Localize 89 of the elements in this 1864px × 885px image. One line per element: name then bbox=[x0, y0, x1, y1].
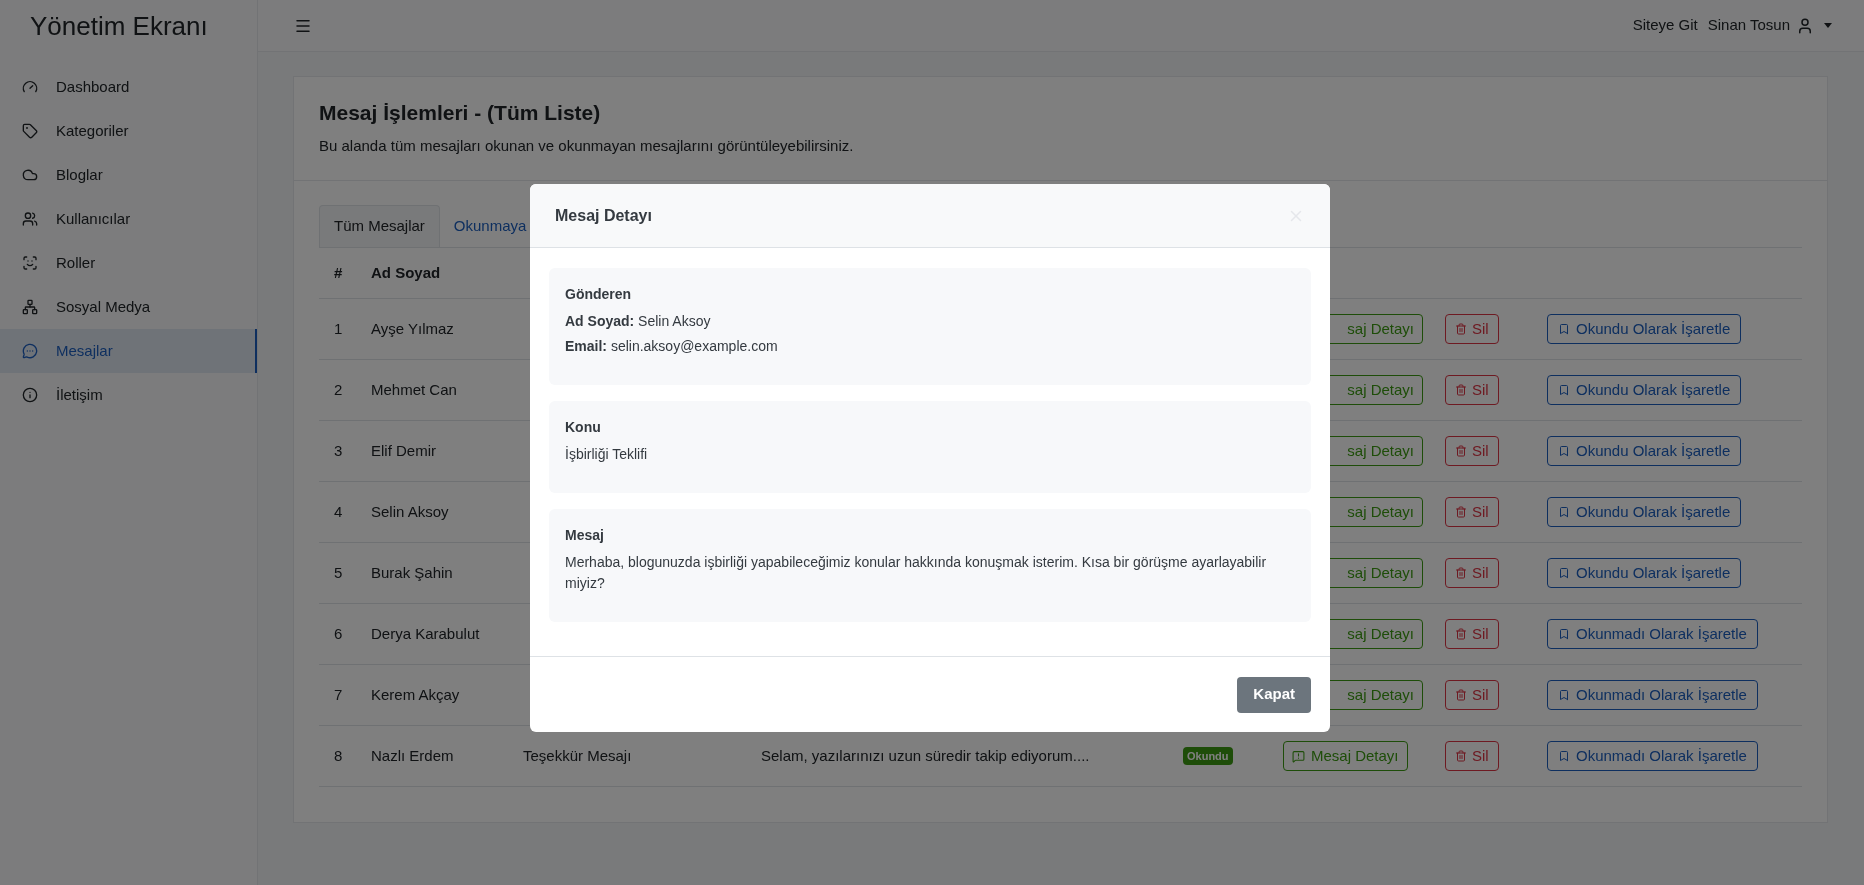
mark-read-button[interactable]: Okunmadı Olarak İşaretle bbox=[1547, 619, 1758, 649]
bookmark-icon bbox=[1558, 323, 1570, 335]
cloud-icon bbox=[22, 167, 38, 183]
mark-read-button[interactable]: Okundu Olarak İşaretle bbox=[1547, 436, 1742, 466]
table-cell-text: Kerem Akçay bbox=[370, 684, 461, 705]
page-subtitle: Bu alanda tüm mesajları okunan ve okunmayan mesajlarını görüntüleyebilirsiniz. bbox=[319, 135, 855, 156]
info-icon bbox=[22, 387, 38, 403]
page-title: Mesaj İşlemleri - (Tüm Liste) bbox=[319, 100, 602, 126]
mark-read-button[interactable]: Okunmadı Olarak İşaretle bbox=[1547, 741, 1758, 771]
table-cell-text: 6 bbox=[333, 623, 344, 644]
panel-heading: Gönderen bbox=[565, 285, 633, 304]
message-detail-button[interactable]: Mesaj Detayı bbox=[1283, 741, 1408, 771]
table-cell-text: Derya Karabulut bbox=[370, 623, 481, 644]
delete-button[interactable]: Sil bbox=[1445, 314, 1499, 344]
bookmark-icon bbox=[1558, 567, 1570, 579]
trash-icon bbox=[1455, 506, 1467, 518]
bookmark-icon bbox=[1558, 506, 1570, 518]
trash-icon bbox=[1455, 384, 1467, 396]
close-dialog-button[interactable]: Kapat bbox=[1237, 676, 1311, 713]
table-cell-text: Mehmet Can bbox=[370, 379, 458, 400]
delete-button[interactable]: Sil bbox=[1445, 558, 1499, 588]
column-header: # bbox=[333, 262, 344, 283]
table-cell-text: 1 bbox=[333, 318, 344, 339]
mark-read-button[interactable]: Okunmadı Olarak İşaretle bbox=[1547, 680, 1758, 710]
sidebar-title: Yönetim Ekranı bbox=[30, 9, 208, 43]
user-menu[interactable]: Sinan Tosun bbox=[1707, 14, 1832, 37]
trash-icon bbox=[1455, 567, 1467, 579]
panel-text: Ad Soyad: Selin Aksoy bbox=[565, 312, 712, 331]
scan-face-icon bbox=[22, 255, 38, 271]
network-icon bbox=[22, 299, 38, 315]
sidebar-item[interactable]: Bloglar bbox=[0, 153, 257, 197]
message-alert-icon bbox=[1292, 749, 1305, 763]
delete-button[interactable]: Sil bbox=[1445, 497, 1499, 527]
table-cell-text: 8 bbox=[333, 745, 344, 766]
dialog-title: Mesaj Detayı bbox=[555, 205, 652, 226]
mark-read-button[interactable]: Okundu Olarak İşaretle bbox=[1547, 375, 1742, 405]
sidebar-item[interactable]: Mesajlar bbox=[0, 329, 257, 373]
users-icon bbox=[22, 211, 38, 227]
gauge-icon bbox=[22, 79, 38, 95]
table-cell-text: 4 bbox=[333, 501, 344, 522]
delete-button[interactable]: Sil bbox=[1445, 375, 1499, 405]
sidebar-item[interactable]: Kategoriler bbox=[0, 109, 257, 153]
user-icon bbox=[1796, 16, 1814, 35]
status-badge: Okundu bbox=[1183, 746, 1233, 766]
tab[interactable]: Tüm Mesajlar bbox=[319, 205, 440, 247]
sidebar-item[interactable]: Kullanıcılar bbox=[0, 197, 257, 241]
sidebar-item[interactable]: Dashboard bbox=[0, 65, 257, 109]
trash-icon bbox=[1455, 445, 1467, 457]
table-cell-text: 7 bbox=[333, 684, 344, 705]
trash-icon bbox=[1455, 323, 1467, 335]
table-cell-text: 3 bbox=[333, 440, 344, 461]
site-link[interactable]: Siteye Git bbox=[1632, 14, 1698, 37]
trash-icon bbox=[1455, 689, 1467, 701]
mark-read-button[interactable]: Okundu Olarak İşaretle bbox=[1547, 497, 1742, 527]
chat-bubble-icon bbox=[22, 343, 38, 359]
table-cell-text: Teşekkür Mesajı bbox=[523, 745, 632, 766]
bookmark-icon bbox=[1558, 750, 1570, 762]
table-cell-text: 5 bbox=[333, 562, 344, 583]
table-cell-text: 2 bbox=[333, 379, 344, 400]
mark-read-button[interactable]: Okundu Olarak İşaretle bbox=[1547, 314, 1742, 344]
sidebar-item[interactable]: Roller bbox=[0, 241, 257, 285]
bookmark-icon bbox=[1558, 384, 1570, 396]
table-cell-text: Selin Aksoy bbox=[370, 501, 450, 522]
tag-icon bbox=[22, 123, 38, 139]
bookmark-icon bbox=[1558, 689, 1570, 701]
panel-text: Email: selin.aksoy@example.com bbox=[565, 337, 779, 356]
bookmark-icon bbox=[1558, 628, 1570, 640]
panel-text: İşbirliği Teklifi bbox=[565, 445, 649, 464]
sidebar-item[interactable]: İletişim bbox=[0, 373, 257, 417]
trash-icon bbox=[1455, 628, 1467, 640]
panel-heading: Konu bbox=[565, 418, 602, 437]
table-cell-text: Nazlı Erdem bbox=[370, 745, 455, 766]
delete-button[interactable]: Sil bbox=[1445, 619, 1499, 649]
panel-text: Merhaba, blogunuzda işbirliği yapabileceğimiz konular hakkında konuşmak isterim. Kısa bir görüşme ayarlayabilir miyiz? bbox=[565, 553, 1268, 593]
tab[interactable]: Okunmaya bbox=[439, 205, 541, 247]
table-cell-text: Elif Demir bbox=[370, 440, 437, 461]
panel-heading: Mesaj bbox=[565, 526, 605, 545]
table-cell-text: Ayşe Yılmaz bbox=[370, 318, 455, 339]
column-header: Ad Soyad bbox=[370, 262, 442, 283]
delete-button[interactable]: Sil bbox=[1445, 436, 1499, 466]
trash-icon bbox=[1455, 750, 1467, 762]
table-cell-text: Selam, yazılarınızı uzun süredir takip ediyorum.... bbox=[761, 745, 1090, 766]
table-cell-text: Burak Şahin bbox=[370, 562, 454, 583]
caret-icon bbox=[1824, 23, 1832, 28]
mark-read-button[interactable]: Okundu Olarak İşaretle bbox=[1547, 558, 1742, 588]
delete-button[interactable]: Sil bbox=[1445, 741, 1499, 771]
delete-button[interactable]: Sil bbox=[1445, 680, 1499, 710]
bookmark-icon bbox=[1558, 445, 1570, 457]
sidebar-item[interactable]: Sosyal Medya bbox=[0, 285, 257, 329]
